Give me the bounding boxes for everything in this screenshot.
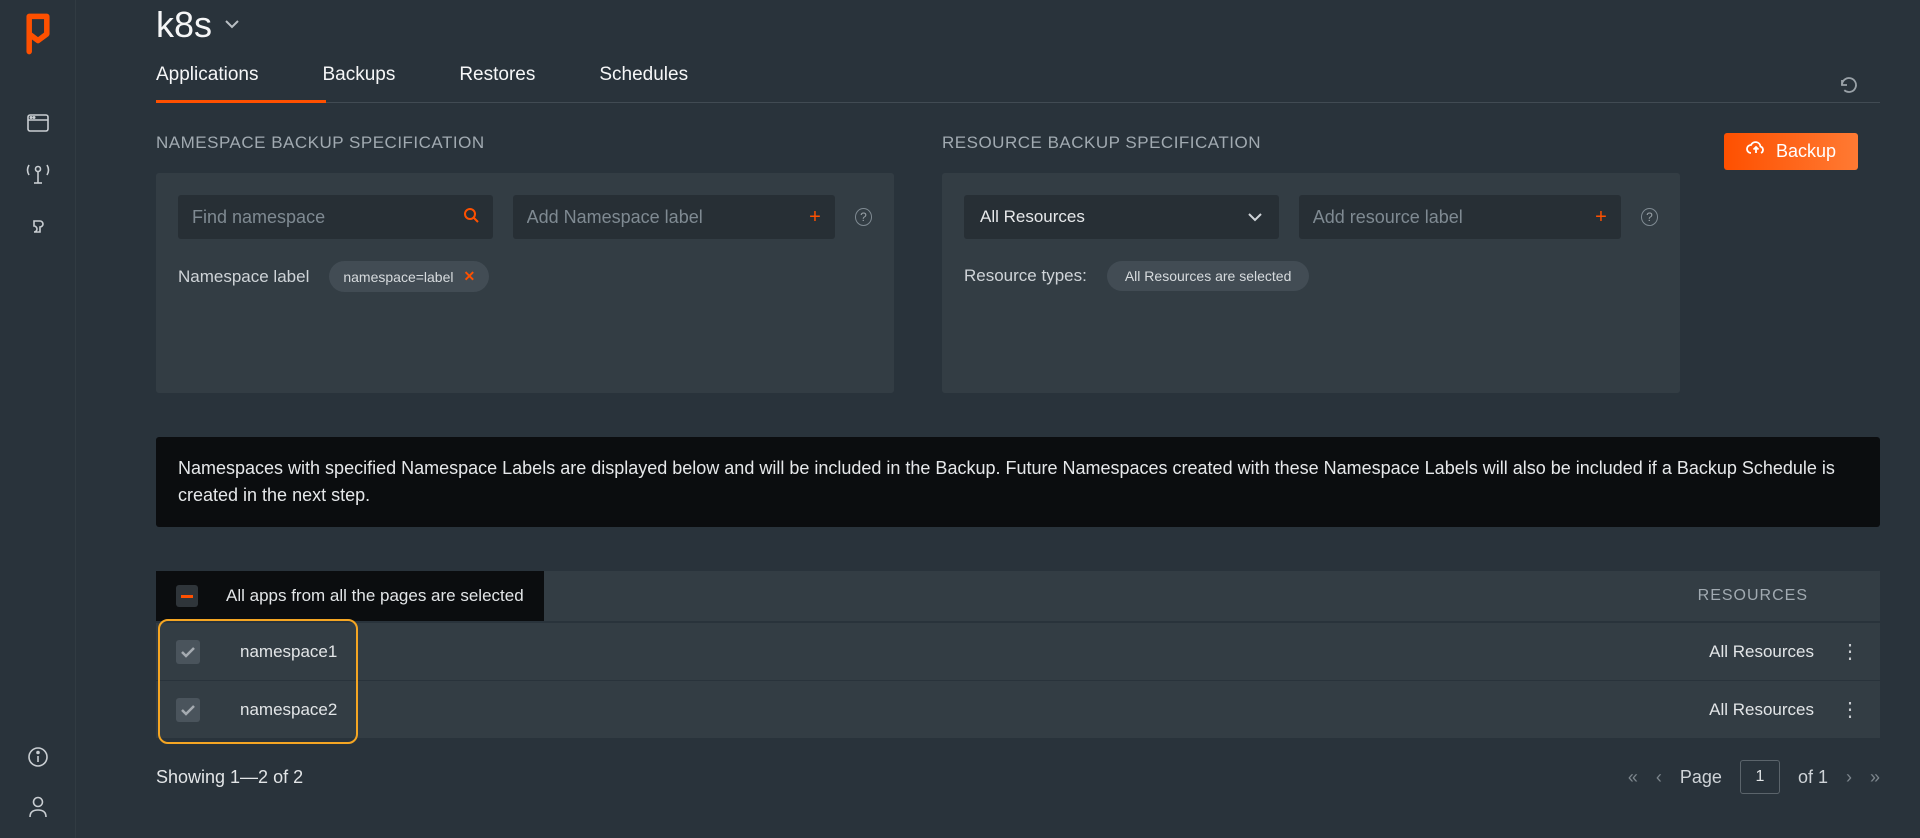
brand-logo (24, 12, 52, 56)
plus-icon[interactable]: + (1595, 206, 1607, 229)
resource-spec-title: RESOURCE BACKUP SPECIFICATION (942, 133, 1680, 153)
find-namespace-input[interactable] (192, 207, 463, 228)
side-rail (0, 0, 76, 838)
namespace-label-caption: Namespace label (178, 267, 309, 287)
active-tab-underline (156, 100, 326, 103)
info-icon[interactable] (25, 744, 51, 770)
showing-text: Showing 1—2 of 2 (156, 767, 303, 788)
select-all-text: All apps from all the pages are selected (226, 586, 524, 606)
add-namespace-label-input[interactable] (527, 207, 810, 228)
tab-applications[interactable]: Applications (156, 64, 258, 102)
namespace-panel: + ? Namespace label namespace=label ✕ (156, 173, 894, 393)
plus-icon[interactable]: + (809, 206, 821, 229)
namespace-label-chip: namespace=label ✕ (329, 261, 489, 292)
page-last-icon[interactable]: » (1870, 767, 1880, 788)
row-resources: All Resources (1709, 700, 1814, 720)
resource-types-chip: All Resources are selected (1107, 261, 1310, 291)
tab-bar: Applications Backups Restores Schedules (156, 64, 1880, 103)
backup-button[interactable]: Backup (1724, 133, 1858, 170)
resource-types-caption: Resource types: (964, 266, 1087, 286)
search-icon (463, 207, 479, 228)
chip-remove-icon[interactable]: ✕ (464, 268, 476, 285)
tab-restores[interactable]: Restores (459, 64, 535, 102)
table-row[interactable]: namespace2 All Resources ⋮ (156, 680, 1880, 738)
page-first-icon[interactable]: « (1628, 767, 1638, 788)
backup-button-label: Backup (1776, 141, 1836, 162)
dropdown-value: All Resources (980, 207, 1085, 227)
chip-text: All Resources are selected (1125, 268, 1292, 284)
help-icon[interactable]: ? (855, 208, 872, 226)
pagination: « ‹ Page of 1 › » (1628, 760, 1880, 794)
row-name: namespace1 (240, 642, 337, 662)
add-resource-label-input-wrap[interactable]: + (1299, 195, 1621, 239)
info-note: Namespaces with specified Namespace Labe… (156, 437, 1880, 527)
table-header: All apps from all the pages are selected… (156, 571, 1880, 622)
tab-schedules[interactable]: Schedules (599, 64, 688, 102)
add-namespace-label-input-wrap[interactable]: + (513, 195, 835, 239)
table-row[interactable]: namespace1 All Resources ⋮ (156, 622, 1880, 680)
cloud-upload-icon (1746, 141, 1766, 162)
cluster-title: k8s (156, 4, 212, 46)
resource-type-dropdown[interactable]: All Resources (964, 195, 1279, 239)
chip-text: namespace=label (343, 269, 453, 285)
dashboard-icon[interactable] (25, 110, 51, 136)
page-input[interactable] (1740, 760, 1780, 794)
find-namespace-input-wrap[interactable] (178, 195, 493, 239)
row-checkbox[interactable] (176, 698, 200, 722)
namespace-spec-title: NAMESPACE BACKUP SPECIFICATION (156, 133, 894, 153)
page-of-total: of 1 (1798, 767, 1828, 788)
plugins-icon[interactable] (25, 210, 51, 236)
chevron-down-icon (1247, 207, 1263, 227)
cluster-dropdown-icon[interactable] (224, 16, 240, 34)
resources-column-header: RESOURCES (1698, 587, 1880, 605)
refresh-icon[interactable] (1838, 74, 1860, 101)
user-icon[interactable] (25, 794, 51, 820)
add-resource-label-input[interactable] (1313, 207, 1595, 228)
resource-panel: All Resources + ? Resource types: (942, 173, 1680, 393)
row-resources: All Resources (1709, 642, 1814, 662)
page-next-icon[interactable]: › (1846, 767, 1852, 788)
row-checkbox[interactable] (176, 640, 200, 664)
antenna-icon[interactable] (25, 160, 51, 186)
select-all-checkbox[interactable] (176, 585, 198, 607)
help-icon[interactable]: ? (1641, 208, 1658, 226)
page-label: Page (1680, 767, 1722, 788)
row-name: namespace2 (240, 700, 337, 720)
page-prev-icon[interactable]: ‹ (1656, 767, 1662, 788)
tab-backups[interactable]: Backups (322, 64, 395, 102)
